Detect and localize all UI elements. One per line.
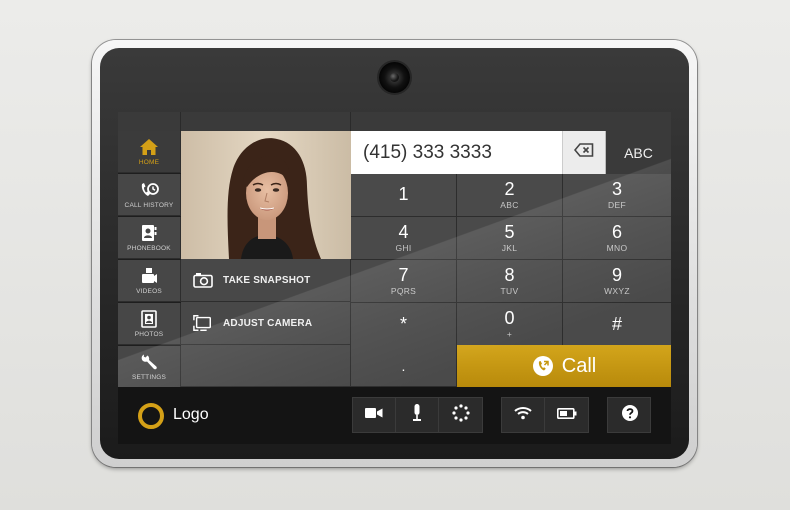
sidebar-item-videos[interactable]: VIDEOS bbox=[118, 260, 181, 302]
top-strip bbox=[118, 112, 671, 131]
key-digit: 4 bbox=[398, 222, 409, 242]
call-icon bbox=[532, 355, 554, 377]
key-0[interactable]: 0 + bbox=[457, 303, 563, 346]
video-feed bbox=[181, 131, 351, 259]
microphone-button[interactable] bbox=[396, 398, 439, 432]
help-button[interactable] bbox=[608, 398, 651, 432]
screen: HOME CALL HISTORY PHONEBOOK VIDEOS PHOTO… bbox=[118, 112, 671, 444]
loading-spinner-icon bbox=[451, 403, 470, 427]
key-8[interactable]: 8 TUV bbox=[457, 260, 563, 303]
key-digit: 8 bbox=[504, 265, 515, 285]
key-2[interactable]: 2 ABC bbox=[457, 174, 563, 217]
sidebar-item-label: PHONEBOOK bbox=[127, 245, 171, 252]
videos-icon bbox=[139, 266, 159, 286]
phonebook-icon bbox=[139, 223, 159, 243]
sidebar-item-settings[interactable]: SETTINGS bbox=[118, 346, 181, 388]
backspace-icon bbox=[573, 143, 594, 162]
help-group bbox=[607, 397, 651, 433]
key-letters: DEF bbox=[608, 200, 626, 210]
key-3[interactable]: 3 DEF bbox=[563, 174, 671, 217]
adjust-camera-icon bbox=[193, 315, 213, 331]
take-snapshot-button[interactable]: TAKE SNAPSHOT bbox=[181, 259, 351, 302]
video-toggle-button[interactable] bbox=[353, 398, 396, 432]
key-hash[interactable]: # bbox=[563, 303, 671, 346]
key-digit: * bbox=[399, 314, 407, 334]
sidebar: HOME CALL HISTORY PHONEBOOK VIDEOS PHOTO… bbox=[118, 131, 181, 388]
sidebar-item-label: VIDEOS bbox=[136, 288, 162, 295]
key-digit: 1 bbox=[398, 184, 409, 204]
wifi-icon bbox=[514, 406, 532, 425]
key-digit: 5 bbox=[504, 222, 515, 242]
key-digit: 9 bbox=[611, 265, 622, 285]
sidebar-item-label: SETTINGS bbox=[131, 374, 167, 381]
call-label: Call bbox=[561, 354, 597, 377]
key-4[interactable]: 4 GHI bbox=[351, 217, 457, 260]
key-digit: # bbox=[611, 314, 622, 334]
key-digit: 0 bbox=[504, 308, 515, 328]
key-letters: WXYZ bbox=[604, 286, 630, 296]
photos-icon bbox=[139, 309, 159, 329]
home-icon bbox=[139, 137, 159, 157]
help-icon bbox=[621, 404, 639, 427]
backspace-button[interactable] bbox=[563, 131, 606, 174]
key-digit: 3 bbox=[611, 179, 622, 199]
bottom-bar: Logo bbox=[118, 387, 671, 444]
key-digit: 7 bbox=[398, 265, 409, 285]
key-letters: ABC bbox=[500, 200, 519, 210]
empty-action-slot bbox=[181, 345, 351, 387]
sidebar-item-label: CALL HISTORY bbox=[124, 202, 174, 209]
logo-icon bbox=[138, 403, 164, 429]
key-digit: . bbox=[401, 357, 406, 374]
sidebar-item-label: HOME bbox=[138, 159, 160, 166]
key-9[interactable]: 9 WXYZ bbox=[563, 260, 671, 303]
phone-number-display[interactable]: (415) 333 3333 bbox=[351, 131, 563, 174]
device-camera bbox=[379, 62, 410, 93]
microphone-icon bbox=[411, 403, 423, 427]
take-snapshot-label: TAKE SNAPSHOT bbox=[223, 274, 311, 286]
top-strip-segment bbox=[118, 112, 181, 131]
camera-actions: TAKE SNAPSHOT ADJUST CAMERA bbox=[181, 259, 351, 387]
sidebar-item-home[interactable]: HOME bbox=[118, 131, 181, 173]
abc-keyboard-toggle[interactable]: ABC bbox=[606, 131, 671, 174]
key-letters: GHI bbox=[395, 243, 412, 253]
call-button[interactable]: Call bbox=[457, 345, 671, 387]
adjust-camera-label: ADJUST CAMERA bbox=[223, 317, 313, 329]
sidebar-item-label: PHOTOS bbox=[134, 331, 164, 338]
adjust-camera-button[interactable]: ADJUST CAMERA bbox=[181, 302, 351, 345]
key-1[interactable]: 1 bbox=[351, 174, 457, 217]
sidebar-item-photos[interactable]: PHOTOS bbox=[118, 303, 181, 345]
media-controls-group bbox=[352, 397, 483, 433]
key-letters: + bbox=[506, 329, 513, 339]
key-letters: PQRS bbox=[390, 286, 417, 296]
caller-portrait bbox=[181, 131, 351, 259]
abc-label: ABC bbox=[624, 144, 653, 161]
phone-number-text: (415) 333 3333 bbox=[363, 141, 492, 163]
key-letters: TUV bbox=[500, 286, 519, 296]
top-strip-segment bbox=[181, 112, 351, 131]
call-history-icon bbox=[139, 180, 159, 200]
battery-button[interactable] bbox=[545, 398, 588, 432]
camera-icon bbox=[193, 272, 213, 288]
sidebar-item-call-history[interactable]: CALL HISTORY bbox=[118, 174, 181, 216]
key-6[interactable]: 6 MNO bbox=[563, 217, 671, 260]
loading-button[interactable] bbox=[439, 398, 482, 432]
key-digit: 2 bbox=[504, 179, 515, 199]
key-5[interactable]: 5 JKL bbox=[457, 217, 563, 260]
key-star[interactable]: * bbox=[351, 303, 457, 346]
sidebar-item-phonebook[interactable]: PHONEBOOK bbox=[118, 217, 181, 259]
key-letters: MNO bbox=[606, 243, 628, 253]
wrench-icon bbox=[139, 352, 159, 372]
wifi-button[interactable] bbox=[502, 398, 545, 432]
status-group bbox=[501, 397, 589, 433]
logo-text: Logo bbox=[173, 406, 209, 423]
key-7[interactable]: 7 PQRS bbox=[351, 260, 457, 303]
video-camera-icon bbox=[365, 406, 383, 424]
key-dot[interactable]: . bbox=[351, 345, 457, 387]
key-digit: 6 bbox=[611, 222, 622, 242]
key-letters: JKL bbox=[501, 243, 518, 253]
battery-icon bbox=[556, 406, 577, 424]
